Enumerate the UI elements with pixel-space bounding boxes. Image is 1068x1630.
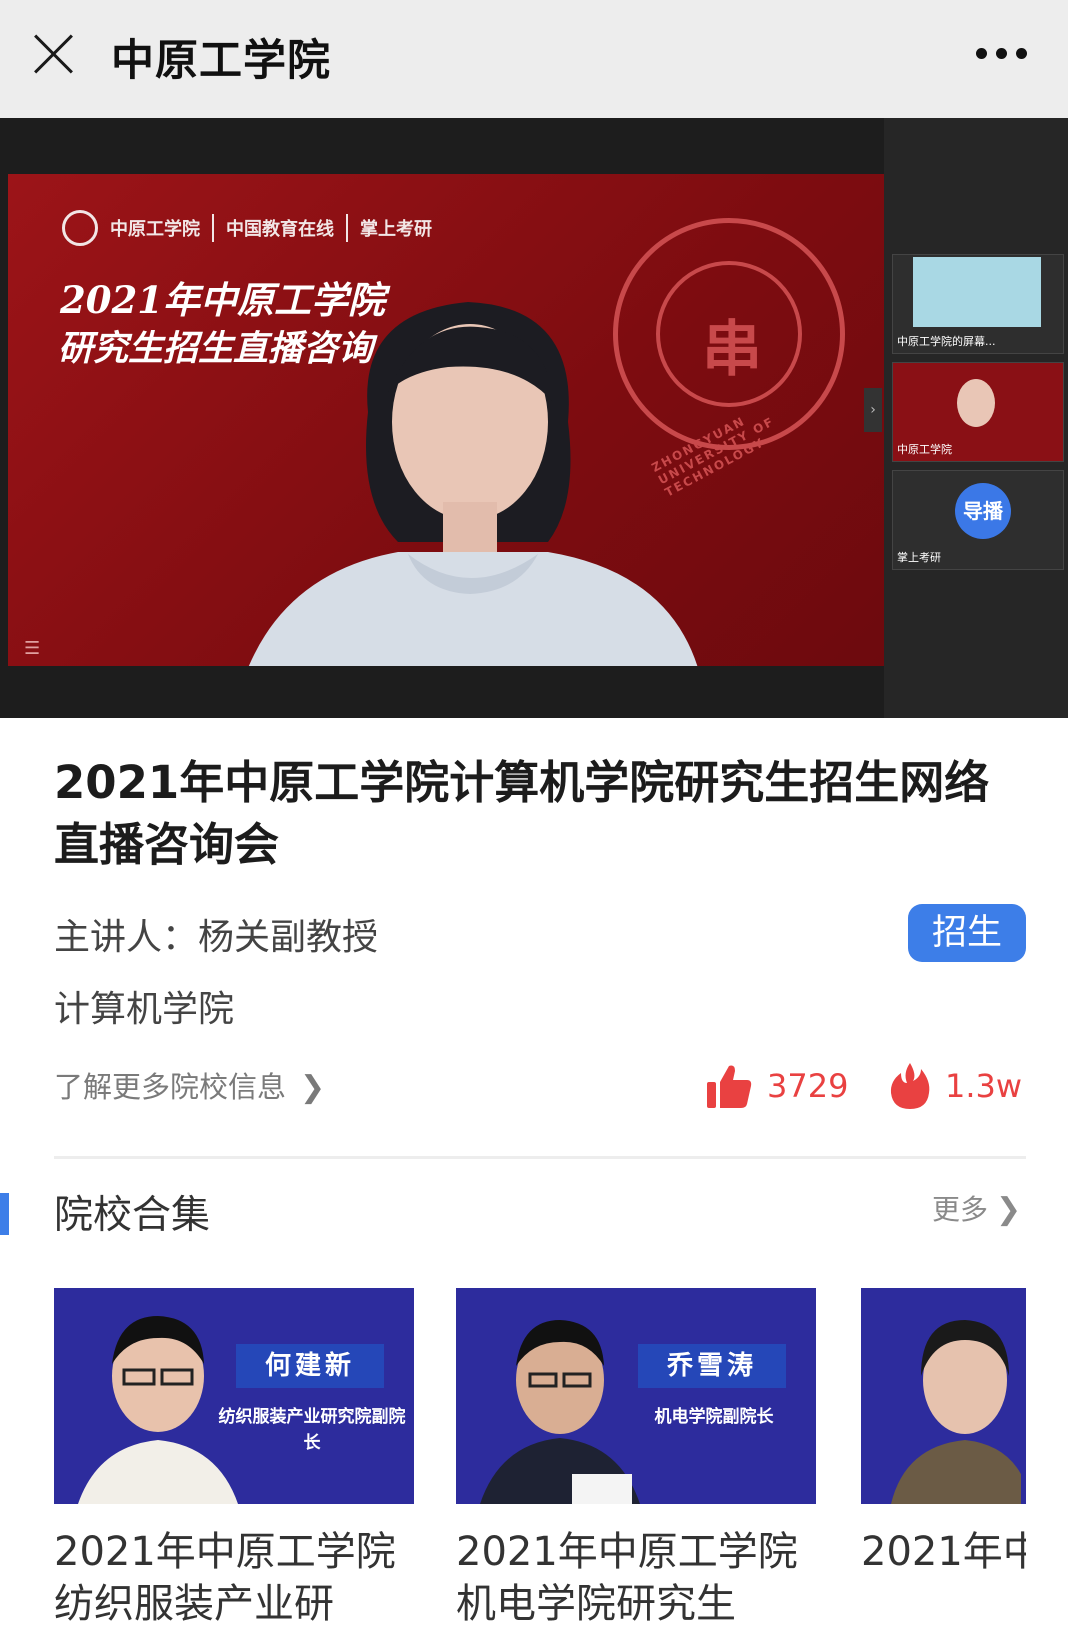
heat-indicator: 1.3w: [889, 1058, 1022, 1114]
director-badge: 导播: [955, 483, 1011, 539]
card-title: 2021年中原工学院材料与: [861, 1529, 1026, 1575]
more-options-icon[interactable]: [976, 48, 1028, 62]
like-count: 3729: [767, 1067, 849, 1105]
card-speaker-photo: [891, 1320, 1021, 1504]
card-speaker-role: 纺织服装产业研究院副院长: [218, 1407, 406, 1453]
collection-title: 院校合集: [54, 1193, 211, 1238]
collection-more-link[interactable]: 更多 ❯: [932, 1188, 1021, 1228]
top-bar: 中原工学院: [0, 0, 1068, 118]
card-speaker-name: 乔雪涛: [638, 1344, 786, 1388]
stage-logo-text: 中国教育在线: [226, 219, 334, 240]
presenter-figure: [248, 302, 698, 666]
section-divider: [54, 1156, 1026, 1159]
thumbnail-screen-share[interactable]: 中原工学院的屏幕...: [892, 254, 1064, 354]
participant-panel: 中原工学院的屏幕... 中原工学院 导播 掌上考研: [884, 118, 1068, 718]
thumbs-up-icon: [707, 1065, 752, 1108]
collection-more-label: 更多: [932, 1193, 989, 1226]
thumbnail-presenter[interactable]: 中原工学院: [892, 362, 1064, 462]
stage-logo-text: 中原工学院: [110, 219, 200, 240]
heat-count: 1.3w: [945, 1067, 1023, 1105]
section-accent-bar: [0, 1193, 9, 1235]
logo-divider: [346, 214, 348, 242]
card-title: 2021年中原工学院纺织服装产业研: [54, 1529, 396, 1627]
page-title: 中原工学院: [111, 36, 331, 86]
collection-card[interactable]: 乔雪涛 机电学院副院长 2021年中原工学院机电学院研究生: [456, 1288, 816, 1630]
thumbnail-face: [957, 379, 995, 427]
chevron-right-icon: ❯: [996, 1192, 1022, 1227]
main-video-stage[interactable]: 中原工学院 中国教育在线 掌上考研 2021年中原工学院 研究生招生直播咨询 串…: [8, 174, 884, 666]
more-school-info-link[interactable]: 了解更多院校信息 ❯: [54, 1064, 325, 1106]
seal-emblem-icon: 串: [702, 315, 762, 385]
thumbnail-slide: [913, 257, 1041, 327]
thumbnail-caption: 中原工学院的屏幕...: [897, 335, 996, 348]
more-school-info-label: 了解更多院校信息: [54, 1070, 287, 1104]
chevron-right-icon: ❯: [300, 1070, 326, 1105]
collection-card[interactable]: 2021年中原工学院材料与: [861, 1288, 1026, 1578]
close-icon[interactable]: [30, 30, 78, 78]
card-thumbnail: 乔雪涛 机电学院副院长: [456, 1288, 816, 1504]
live-title: 2021年中原工学院计算机学院研究生招生网络直播咨询会: [54, 756, 990, 871]
thumbnail-caption: 中原工学院: [897, 443, 952, 456]
list-menu-icon[interactable]: ☰: [24, 638, 40, 659]
thumbnail-director[interactable]: 导播 掌上考研: [892, 470, 1064, 570]
card-thumbnail: [861, 1288, 1026, 1504]
card-speaker-role: 机电学院副院长: [654, 1407, 774, 1427]
logo-divider: [212, 214, 214, 242]
card-speaker-name: 何建新: [236, 1344, 384, 1388]
university-logo-icon: [62, 210, 98, 246]
collection-card[interactable]: 何建新 纺织服装产业研究院副院长 2021年中原工学院纺织服装产业研: [54, 1288, 414, 1630]
thumbnail-caption: 掌上考研: [897, 551, 941, 564]
speaker-label: 主讲人：杨关副教授: [54, 917, 379, 958]
chevron-right-icon[interactable]: ›: [864, 388, 882, 432]
stage-logo-text: 掌上考研: [360, 219, 432, 240]
like-button[interactable]: 3729: [705, 1058, 848, 1114]
card-title: 2021年中原工学院机电学院研究生: [456, 1529, 798, 1627]
card-thumbnail: 何建新 纺织服装产业研究院副院长: [54, 1288, 414, 1504]
live-video-player[interactable]: 中原工学院 中国教育在线 掌上考研 2021年中原工学院 研究生招生直播咨询 串…: [0, 118, 1068, 718]
category-tag-button[interactable]: 招生: [908, 904, 1026, 962]
college-label: 计算机学院: [54, 989, 235, 1030]
fire-icon: [890, 1063, 930, 1109]
stage-logos: 中原工学院 中国教育在线 掌上考研: [62, 208, 432, 248]
